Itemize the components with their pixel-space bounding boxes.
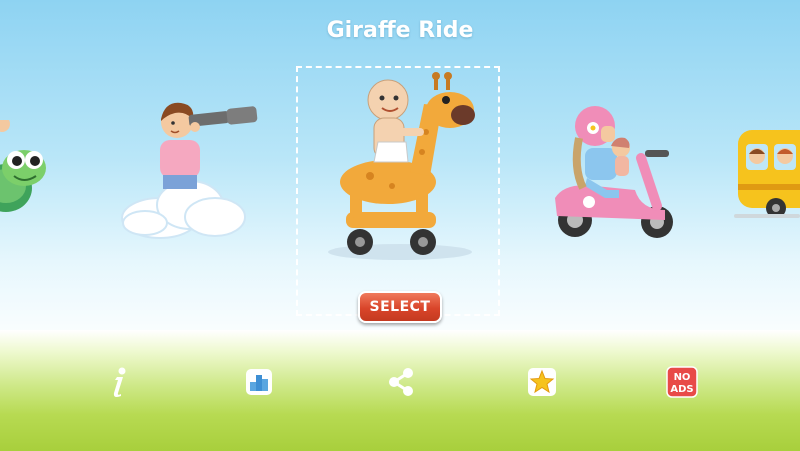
share-icon xyxy=(389,368,413,396)
info-button[interactable] xyxy=(102,366,134,398)
scooter-girl-image xyxy=(555,106,673,238)
leaderboard-button[interactable] xyxy=(243,366,275,398)
no-ads-line2: ADS xyxy=(670,384,693,395)
scooter-ride-card[interactable] xyxy=(545,98,680,243)
school-bus-image xyxy=(734,130,800,218)
no-ads-button[interactable]: NO ADS xyxy=(666,366,698,398)
share-button[interactable] xyxy=(385,366,417,398)
game-scene: Giraffe Ride SELECT NO ADS xyxy=(0,0,800,451)
select-button[interactable]: SELECT xyxy=(358,291,442,323)
telescope-boy-image xyxy=(121,102,258,239)
no-ads-icon: NO ADS xyxy=(666,366,698,398)
bus-ride-card[interactable] xyxy=(734,110,800,225)
rate-button[interactable] xyxy=(526,366,558,398)
telescope-ride-card[interactable] xyxy=(115,95,265,245)
leaderboard-icon xyxy=(246,369,272,395)
giraffe-ride-card[interactable] xyxy=(318,72,478,262)
turtle-image xyxy=(0,120,46,212)
star-rate-icon xyxy=(528,368,556,396)
info-icon xyxy=(113,367,126,397)
page-title: Giraffe Ride xyxy=(326,18,474,43)
turtle-ride-card[interactable] xyxy=(0,120,55,220)
no-ads-line1: NO xyxy=(674,372,691,383)
giraffe-baby-image xyxy=(328,72,475,260)
